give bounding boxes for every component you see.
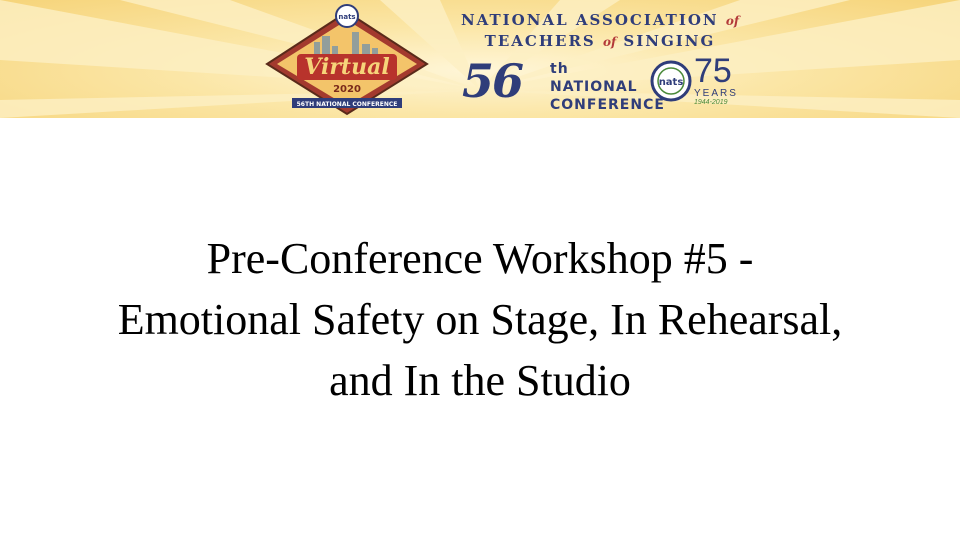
organization-name: NATIONAL ASSOCIATION of TEACHERS of SING… bbox=[460, 11, 740, 50]
conference-banner: nats Virtual 2020 56TH NATIONAL CONFEREN… bbox=[0, 0, 960, 118]
nats-seal-icon: nats bbox=[650, 60, 692, 102]
slide-title-line-1: Pre-Conference Workshop #5 - bbox=[206, 234, 754, 283]
slide-title: Pre-Conference Workshop #5 - Emotional S… bbox=[20, 228, 940, 411]
badge-year: 2020 bbox=[333, 84, 361, 95]
virtual-script-text: Virtual bbox=[304, 54, 389, 80]
svg-text:nats: nats bbox=[659, 77, 684, 88]
slide-title-line-2: Emotional Safety on Stage, In Rehearsal, bbox=[117, 295, 843, 344]
virtual-2020-badge: nats Virtual 2020 56TH NATIONAL CONFEREN… bbox=[265, 4, 429, 116]
anniversary-mark: 75 YEARS 1944-2019 bbox=[694, 52, 738, 106]
conference-label: th NATIONAL CONFERENCE bbox=[550, 61, 665, 113]
badge-ribbon-text: 56TH NATIONAL CONFERENCE bbox=[297, 101, 398, 108]
slide-title-line-3: and In the Studio bbox=[329, 356, 631, 405]
conference-number: 56 bbox=[462, 54, 524, 108]
svg-text:nats: nats bbox=[338, 13, 355, 21]
